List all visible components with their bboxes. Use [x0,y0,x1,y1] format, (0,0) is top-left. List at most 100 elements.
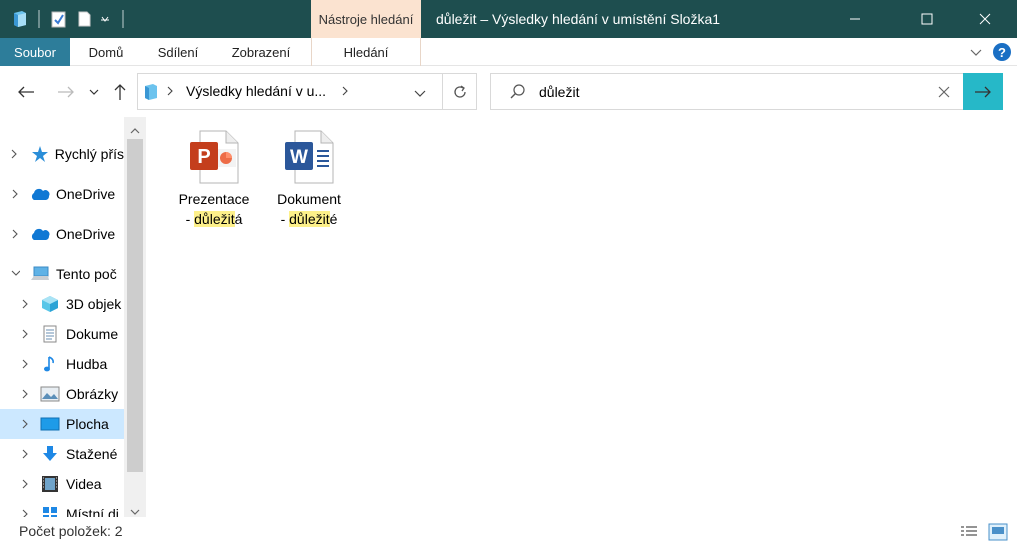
quick-access-dropdown-icon[interactable] [98,10,112,28]
expand-ribbon-icon[interactable] [968,44,984,60]
close-button[interactable] [962,0,1008,38]
music-icon [40,354,60,374]
title-bar: Nástroje hledání důležit – Výsledky hled… [0,0,1017,38]
computer-icon [30,264,50,284]
nav-item-label: Stažené [66,446,118,462]
toolbar-divider [38,10,40,28]
nav-item-quick-access[interactable]: Rychlý přís [0,139,124,169]
file-name-prefix: - [185,211,195,227]
search-tools-context-label: Nástroje hledání [311,0,421,38]
up-button[interactable] [108,78,132,106]
expand-chevron-icon[interactable] [10,219,20,249]
nav-item-downloads[interactable]: Stažené [0,439,124,469]
nav-item-label: Tento poč [56,266,117,282]
file-name-line1: Dokument [277,191,341,207]
local-disk-icon [40,504,60,517]
scroll-down-icon[interactable] [129,503,141,515]
nav-item-pictures[interactable]: Obrázky [0,379,124,409]
nav-item-music[interactable]: Hudba [0,349,124,379]
pictures-icon [40,384,60,404]
nav-item-label: Obrázky [66,386,119,402]
expand-chevron-icon[interactable] [20,409,30,439]
details-view-icon[interactable] [960,524,978,540]
tab-home[interactable]: Domů [74,38,138,66]
address-bar[interactable]: Výsledky hledání v u... [137,73,477,110]
large-icons-view-icon[interactable] [988,523,1008,541]
documents-icon [40,324,60,344]
refresh-button[interactable] [442,73,477,110]
word-icon: W [281,127,337,187]
explorer-app-icon[interactable] [10,10,30,28]
3d-objects-icon [40,294,60,314]
expand-chevron-icon[interactable] [20,499,30,517]
window-title: důležit – Výsledky hledání v umístění Sl… [436,11,721,27]
expand-chevron-icon[interactable] [20,469,30,499]
toolbar-divider [122,10,124,28]
expand-chevron-icon[interactable] [20,379,30,409]
maximize-button[interactable] [904,0,950,38]
search-icon [509,83,527,101]
expand-chevron-icon[interactable] [10,179,20,209]
back-button[interactable] [14,78,38,106]
help-icon[interactable]: ? [992,42,1012,62]
nav-item-label: Hudba [66,356,108,372]
expand-chevron-icon[interactable] [10,139,19,169]
search-box[interactable] [490,73,1003,110]
desktop-icon [40,414,60,434]
file-name-suffix: é [329,211,338,227]
file-name-line2: - důležitá [169,209,259,229]
file-item[interactable]: W Dokument - důležité [264,127,354,229]
onedrive-icon [30,224,50,244]
nav-pane-scrollbar[interactable] [124,117,146,517]
scrollbar-thumb[interactable] [127,139,143,472]
nav-item-desktop[interactable]: Plocha [0,409,124,439]
new-file-icon[interactable] [76,10,92,28]
tab-view[interactable]: Zobrazení [220,38,302,66]
nav-item-this-pc[interactable]: Tento poč [0,259,124,289]
collapse-chevron-icon[interactable] [10,259,20,289]
search-input[interactable] [539,82,919,102]
breadcrumb-chevron-icon[interactable] [166,84,176,100]
minimize-button[interactable] [832,0,878,38]
nav-item-label: Místní di [66,506,119,517]
nav-item-label: OneDrive [56,226,116,242]
nav-item-label: Dokume [66,326,119,342]
tab-search[interactable]: Hledání [311,38,421,66]
ribbon-tabs: Soubor Domů Sdílení Zobrazení Hledání ? [0,38,1017,66]
search-match-highlight: důležit [289,211,330,227]
breadcrumb-current[interactable]: Výsledky hledání v u... [186,83,326,99]
clear-search-icon[interactable] [937,85,951,99]
file-name-line2: - důležité [264,209,354,229]
recent-locations-button[interactable] [86,78,102,106]
nav-item-3d-objects[interactable]: 3D objek [0,289,124,319]
properties-icon[interactable] [50,10,68,28]
search-results-location-icon [143,83,159,101]
nav-item-label: Rychlý přís [54,146,124,162]
file-item[interactable]: P Prezentace - důležitá [169,127,259,229]
svg-text:P: P [197,146,210,168]
nav-item-documents[interactable]: Dokume [0,319,124,349]
address-dropdown-icon[interactable] [413,86,427,98]
expand-chevron-icon[interactable] [20,439,30,469]
nav-item-label: Videa [66,476,102,492]
onedrive-icon [30,184,50,204]
search-go-button[interactable] [963,73,1003,110]
nav-item-onedrive[interactable]: OneDrive [0,179,124,209]
expand-chevron-icon[interactable] [20,289,30,319]
nav-item-videos[interactable]: Videa [0,469,124,499]
tab-file[interactable]: Soubor [0,38,70,66]
nav-item-label: Plocha [66,416,109,432]
nav-item-local-disk[interactable]: Místní di [0,499,124,517]
nav-item-label: 3D objek [66,296,122,312]
nav-item-label: OneDrive [56,186,116,202]
expand-chevron-icon[interactable] [20,319,30,349]
tab-share[interactable]: Sdílení [146,38,210,66]
videos-icon [40,474,60,494]
expand-chevron-icon[interactable] [20,349,30,379]
file-name-prefix: - [280,211,290,227]
nav-item-onedrive-2[interactable]: OneDrive [0,219,124,249]
scroll-up-icon[interactable] [129,122,141,134]
forward-button[interactable] [54,78,78,106]
breadcrumb-chevron-icon[interactable] [341,84,351,100]
svg-text:?: ? [998,45,1006,60]
